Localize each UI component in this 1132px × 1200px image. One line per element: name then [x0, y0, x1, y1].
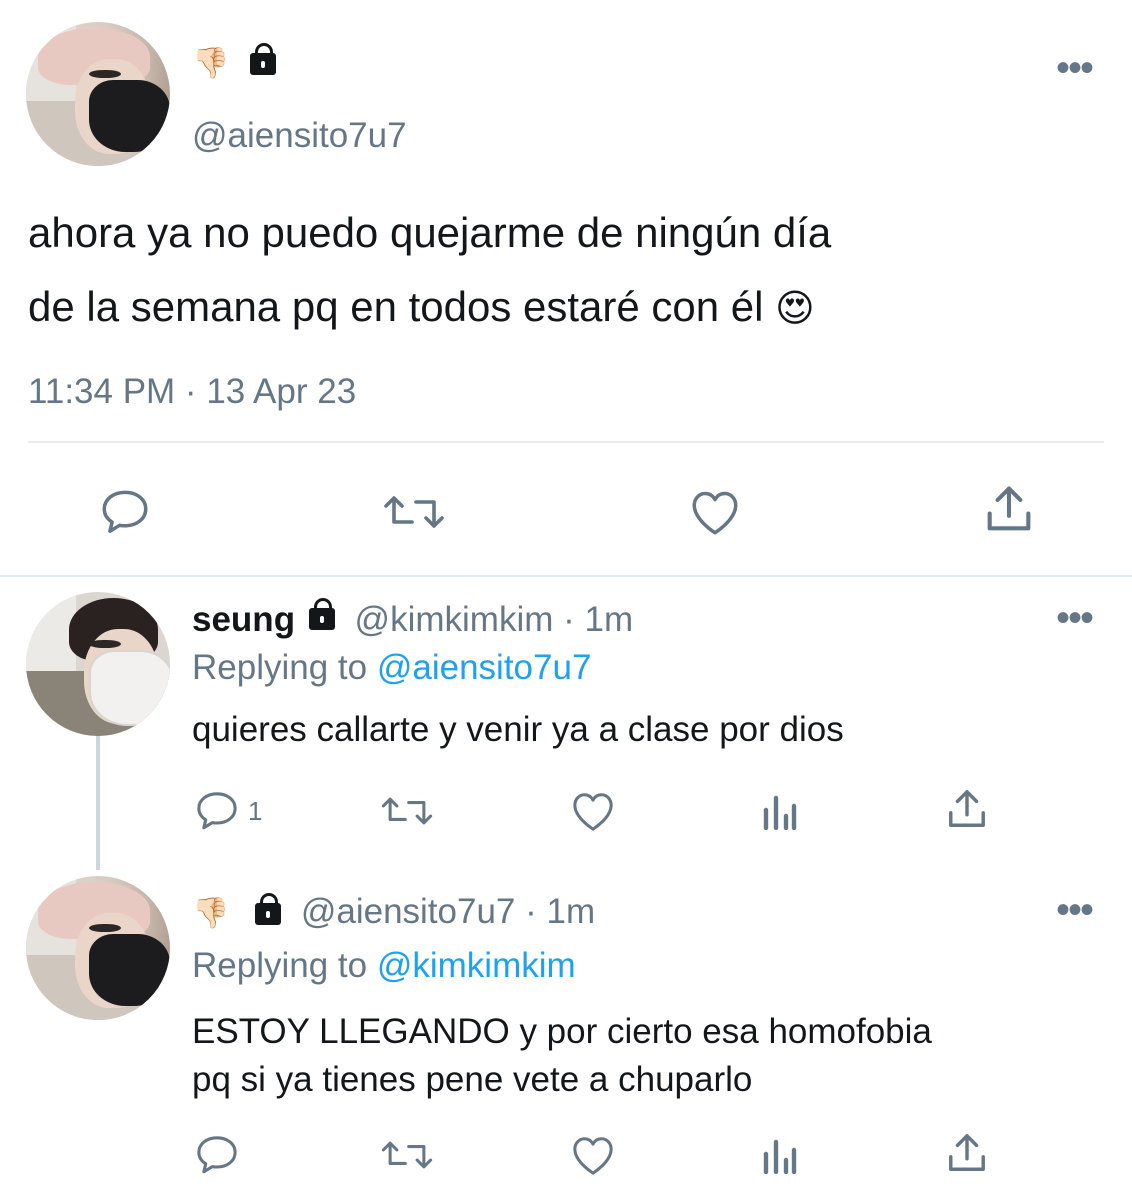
retweet-icon[interactable] [382, 490, 446, 534]
lock-icon [255, 892, 282, 925]
replying-to-label: Replying to [192, 648, 368, 687]
reply2-replying-to: Replying to @kimkimkim [192, 946, 576, 986]
more-icon[interactable]: ••• [1056, 48, 1094, 88]
main-timestamp[interactable]: 11:34 PM · 13 Apr 23 [28, 372, 356, 412]
reply1-time: · 1m [563, 600, 634, 639]
retweet-icon[interactable] [380, 792, 434, 830]
replying-to-label: Replying to [192, 946, 368, 985]
like-icon[interactable] [570, 790, 616, 832]
reply1-header: seung @kimkimkim · 1m [192, 597, 634, 640]
retweet-icon[interactable] [380, 1136, 434, 1174]
reply-count: 1 [248, 796, 263, 826]
main-tweet-line-2-text: de la semana pq en todos estaré con él [28, 283, 764, 330]
reply-icon[interactable] [194, 790, 240, 832]
thread-line [96, 734, 100, 870]
lock-icon [249, 42, 276, 75]
reply1-name[interactable]: seung [192, 600, 295, 639]
divider [28, 441, 1104, 443]
reply2-header: 👎🏻 @aiensito7u7 · 1m [192, 892, 595, 932]
like-icon[interactable] [688, 488, 742, 536]
reply2-text-line-2: pq si ya tienes pene vete a chuparlo [192, 1060, 753, 1099]
reply2-handle[interactable]: @aiensito7u7 [301, 892, 516, 931]
share-icon[interactable] [946, 788, 988, 830]
reply2-text-line-1: ESTOY LLEGANDO y por cierto esa homofobi… [192, 1012, 932, 1051]
main-tweet-text: ahora ya no puedo quejarme de ningún día… [28, 196, 1108, 346]
reply1-text: quieres callarte y venir ya a clase por … [192, 710, 844, 749]
reply2-avatar[interactable] [26, 876, 170, 1020]
reply1-handle[interactable]: @kimkimkim [355, 600, 554, 639]
reply1-replying-to: Replying to @aiensito7u7 [192, 648, 591, 688]
share-icon[interactable] [946, 1132, 988, 1174]
lock-icon [308, 597, 335, 630]
like-icon[interactable] [570, 1134, 616, 1176]
thumbs-down-emoji: 👎🏻 [192, 47, 230, 80]
thumbs-down-emoji: 👎🏻 [192, 897, 230, 931]
main-tweet-line-2: de la semana pq en todos estaré con él 😍 [28, 270, 1108, 346]
main-handle[interactable]: @aiensito7u7 [192, 116, 407, 156]
replying-to-handle[interactable]: @kimkimkim [377, 946, 576, 985]
reply-icon[interactable] [98, 488, 152, 536]
main-tweet-line-1: ahora ya no puedo quejarme de ningún día [28, 209, 832, 256]
more-icon[interactable]: ••• [1056, 598, 1094, 638]
reply1-avatar[interactable] [26, 592, 170, 736]
section-divider [0, 575, 1132, 577]
replying-to-handle[interactable]: @aiensito7u7 [377, 648, 592, 687]
share-icon[interactable] [984, 484, 1034, 534]
reply2-time: · 1m [525, 892, 596, 931]
main-user-badges: 👎🏻 [192, 42, 276, 81]
analytics-icon[interactable] [760, 794, 800, 830]
reply-icon[interactable] [194, 1134, 240, 1176]
reply2-text: ESTOY LLEGANDO y por cierto esa homofobi… [192, 1008, 932, 1104]
main-avatar[interactable] [26, 22, 170, 166]
more-icon[interactable]: ••• [1056, 890, 1094, 930]
analytics-icon[interactable] [760, 1138, 800, 1174]
heart-eyes-emoji: 😍 [775, 288, 815, 330]
